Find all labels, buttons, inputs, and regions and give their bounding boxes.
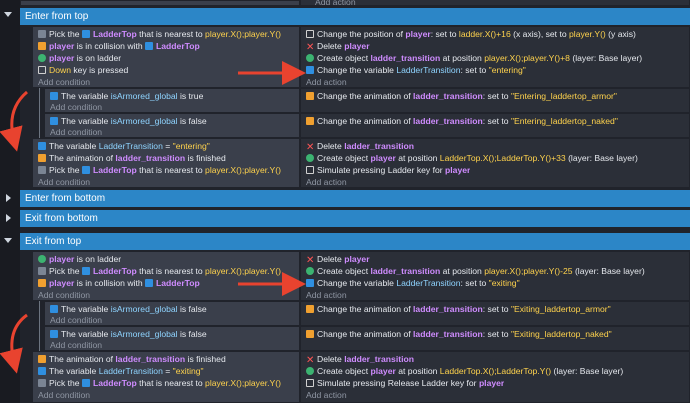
annotation-arrows	[0, 61, 306, 374]
arrow-curve-enter	[0, 90, 29, 152]
arrow-curve-exit	[0, 313, 28, 374]
